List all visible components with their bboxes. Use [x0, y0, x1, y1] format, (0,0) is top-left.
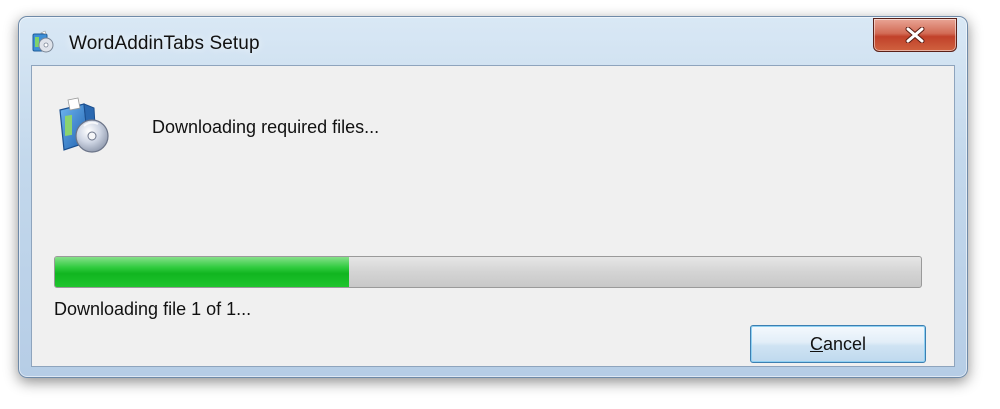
title-bar[interactable]: WordAddinTabs Setup	[19, 17, 967, 65]
setup-cd-icon	[54, 96, 112, 156]
setup-cd-icon	[31, 30, 55, 54]
window-title: WordAddinTabs Setup	[69, 33, 260, 54]
dialog-body: Downloading required files... Downloadin…	[31, 65, 955, 367]
status-heading: Downloading required files...	[152, 117, 380, 137]
progress-fill	[55, 257, 350, 287]
download-status-text: Downloading file 1 of 1...	[54, 299, 252, 319]
cancel-accelerator: C	[809, 333, 823, 354]
close-icon	[905, 27, 925, 43]
cancel-label-rest: ancel	[822, 333, 867, 354]
cancel-button[interactable]: Cancel	[750, 325, 926, 363]
setup-window: WordAddinTabs Setup Downloading required…	[18, 16, 968, 378]
download-progress-bar	[54, 256, 922, 288]
close-button[interactable]	[873, 18, 957, 52]
